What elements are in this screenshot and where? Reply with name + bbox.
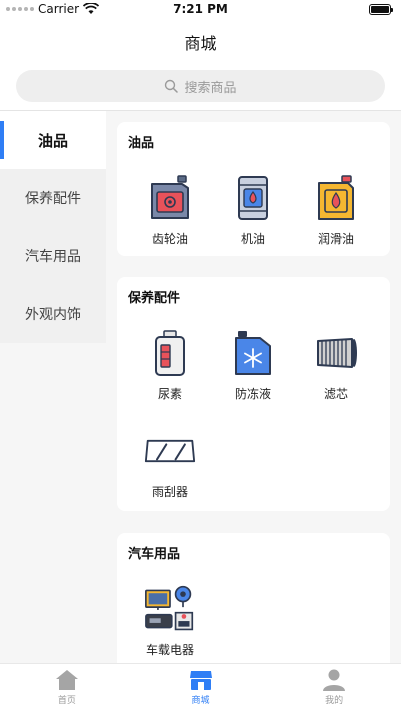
product-label: 车载电器 bbox=[145, 643, 194, 657]
car-electronics-icon bbox=[144, 583, 196, 635]
sidebar-item-label: 油品 bbox=[37, 131, 68, 150]
product-label: 滤芯 bbox=[323, 387, 348, 401]
urea-icon bbox=[144, 327, 196, 379]
status-bar: Carrier 7:21 PM bbox=[0, 0, 401, 20]
section-title: 油品 bbox=[128, 136, 155, 151]
tab-store[interactable]: 商城 bbox=[134, 664, 268, 710]
product-lubricant[interactable]: 润滑油 bbox=[291, 172, 381, 247]
product-label: 润滑油 bbox=[317, 232, 354, 246]
tab-profile[interactable]: 我的 bbox=[267, 664, 401, 710]
category-sidebar: 油品 保养配件 汽车用品 外观内饰 bbox=[0, 111, 106, 343]
filter-icon bbox=[310, 327, 362, 379]
sidebar-item-label: 外观内饰 bbox=[25, 307, 81, 323]
tab-label: 首页 bbox=[57, 696, 76, 706]
sidebar-item-oil[interactable]: 油品 bbox=[0, 111, 106, 169]
search-icon bbox=[165, 79, 179, 93]
product-gear-oil[interactable]: 齿轮油 bbox=[125, 172, 215, 247]
product-wiper[interactable]: 雨刮器 bbox=[125, 425, 215, 500]
tab-label: 商城 bbox=[191, 696, 210, 706]
tab-label: 我的 bbox=[325, 696, 344, 706]
lubricant-icon bbox=[310, 172, 362, 224]
product-label: 机油 bbox=[240, 232, 265, 246]
search-input[interactable]: 搜索商品 bbox=[16, 70, 385, 102]
tab-home[interactable]: 首页 bbox=[0, 664, 134, 710]
status-time: 7:21 PM bbox=[173, 2, 228, 16]
active-indicator bbox=[0, 121, 4, 159]
product-label: 雨刮器 bbox=[151, 485, 188, 499]
product-engine-oil[interactable]: 机油 bbox=[208, 172, 298, 247]
sidebar-item-maintenance-parts[interactable]: 保养配件 bbox=[0, 169, 106, 227]
product-label: 齿轮油 bbox=[151, 232, 188, 246]
section-title: 保养配件 bbox=[128, 291, 181, 306]
product-label: 防冻液 bbox=[234, 387, 271, 401]
product-car-electronics[interactable]: 车载电器 bbox=[125, 583, 215, 658]
sidebar-item-label: 保养配件 bbox=[25, 191, 81, 207]
gear-oil-icon bbox=[144, 172, 196, 224]
page-title: 商城 bbox=[184, 34, 217, 53]
sidebar-item-car-accessories[interactable]: 汽车用品 bbox=[0, 227, 106, 285]
section-title: 汽车用品 bbox=[128, 547, 181, 562]
battery-icon bbox=[369, 4, 393, 15]
store-icon bbox=[189, 671, 212, 690]
tab-bar: 首页 商城 我的 bbox=[0, 663, 401, 710]
antifreeze-icon bbox=[227, 327, 279, 379]
section-card-maintenance-parts: 保养配件 尿素 防冻液 滤芯 雨刮器 bbox=[117, 277, 390, 511]
product-antifreeze[interactable]: 防冻液 bbox=[208, 327, 298, 402]
section-card-oil: 油品 齿轮油 机油 润滑油 bbox=[117, 122, 390, 256]
battery-level bbox=[371, 6, 389, 13]
product-label: 尿素 bbox=[157, 387, 182, 401]
wiper-icon bbox=[144, 425, 196, 477]
product-urea[interactable]: 尿素 bbox=[125, 327, 215, 402]
search-placeholder: 搜索商品 bbox=[184, 80, 237, 96]
home-icon bbox=[55, 670, 78, 690]
sidebar-item-exterior-interior[interactable]: 外观内饰 bbox=[0, 285, 106, 343]
sidebar-item-label: 汽车用品 bbox=[25, 249, 81, 265]
profile-icon bbox=[323, 669, 346, 691]
section-card-car-accessories: 汽车用品 车载电器 bbox=[117, 533, 390, 673]
product-filter[interactable]: 滤芯 bbox=[291, 327, 381, 402]
engine-oil-icon bbox=[227, 172, 279, 224]
